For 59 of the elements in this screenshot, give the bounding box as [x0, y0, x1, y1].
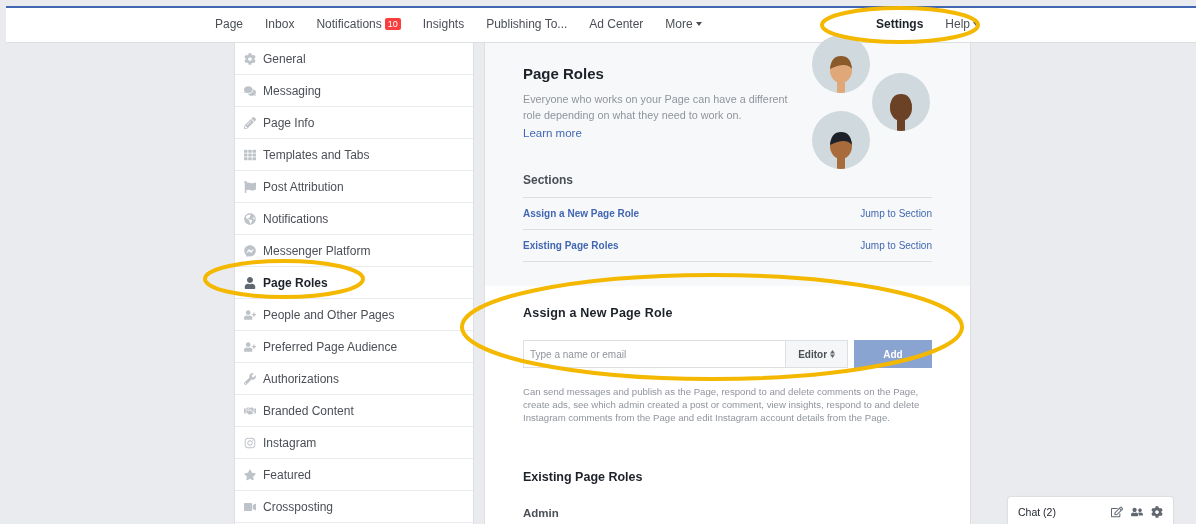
sidebar-item[interactable]: Notifications [235, 203, 473, 235]
learn-more-link[interactable]: Learn more [523, 127, 582, 139]
sections-heading: Sections [523, 173, 932, 198]
star-icon [244, 468, 256, 481]
section-title: Assign a New Page Role [523, 306, 674, 320]
role-description: Can send messages and publish as the Page, respond to and delete comments on the Page, create ads, see which admin created a post or comment, view insights, respond to and delete Instagram comments from the Page and edit Instagram account details from the Page. [523, 385, 921, 424]
name-or-email-field[interactable]: Type a name or email [523, 340, 786, 368]
sidebar-item[interactable]: Instagram [235, 427, 473, 459]
sidebar-item[interactable]: Featured [235, 459, 473, 491]
gear-icon [244, 52, 256, 65]
people-icon[interactable] [1131, 506, 1143, 518]
person-plus-icon [244, 308, 256, 321]
nav-tab[interactable]: Notifications 10 [305, 8, 412, 42]
sort-arrows-icon [829, 349, 835, 358]
section-title: Existing Page Roles [523, 470, 644, 484]
sidebar-item[interactable]: Page Info [235, 107, 473, 139]
sidebar-item[interactable]: Templates and Tabs [235, 139, 473, 171]
sidebar-item[interactable]: General [235, 43, 473, 75]
globe-icon [244, 212, 256, 225]
sidebar-item[interactable]: Crossposting [235, 491, 473, 523]
sidebar-item[interactable]: People and Other Pages [235, 299, 473, 331]
section-link[interactable]: Assign a New Page Role [523, 208, 640, 219]
settings-icon[interactable] [1151, 506, 1163, 518]
camera-icon [244, 436, 256, 449]
chat-bubble-icon [244, 244, 256, 257]
sidebar-item[interactable]: Branded Content [235, 395, 473, 427]
sidebar-item[interactable]: Messaging [235, 75, 473, 107]
nav-tab[interactable]: Ad Center [578, 8, 655, 42]
sidebar-item[interactable]: Page Roles [235, 267, 473, 299]
nav-tab[interactable]: Publishing To... [475, 8, 579, 42]
wrench-icon [244, 372, 256, 385]
video-camera-icon [244, 500, 256, 513]
chat-bar[interactable]: Chat (2) [1008, 497, 1173, 524]
sidebar-item[interactable]: Post Attribution [235, 171, 473, 203]
chat-label: Chat (2) [1018, 506, 1057, 518]
role-heading: Admin [523, 507, 560, 519]
handshake-icon [244, 404, 256, 417]
flag-icon [244, 180, 256, 193]
nav-tab[interactable]: Insights [411, 8, 476, 42]
person-icon [244, 276, 256, 289]
notification-badge: 10 [384, 18, 401, 30]
section-title: Page Roles [523, 65, 605, 82]
section-link[interactable]: Existing Page Roles [523, 240, 619, 251]
compose-icon[interactable] [1111, 506, 1123, 518]
sidebar-item[interactable]: Preferred Page Audience [235, 331, 473, 363]
jump-to-section-link[interactable]: Jump to Section [860, 240, 932, 251]
sidebar-item[interactable]: Messenger Platform [235, 235, 473, 267]
nav-tab[interactable]: Page [204, 8, 255, 42]
description-text: Everyone who works on your Page can have a different role depending on what they need to work on. [523, 92, 789, 123]
nav-tab[interactable]: More [654, 8, 713, 42]
sidebar-item[interactable]: Authorizations [235, 363, 473, 395]
jump-to-section-link[interactable]: Jump to Section [860, 208, 932, 219]
person-plus-icon [244, 340, 256, 353]
grid-icon [244, 148, 256, 161]
nav-tab[interactable]: Inbox [254, 8, 306, 42]
role-dropdown[interactable]: Editor [786, 340, 848, 368]
nav-tab[interactable]: Help [934, 8, 990, 42]
chat-bubbles-icon [244, 84, 256, 97]
pencil-icon [244, 116, 256, 129]
